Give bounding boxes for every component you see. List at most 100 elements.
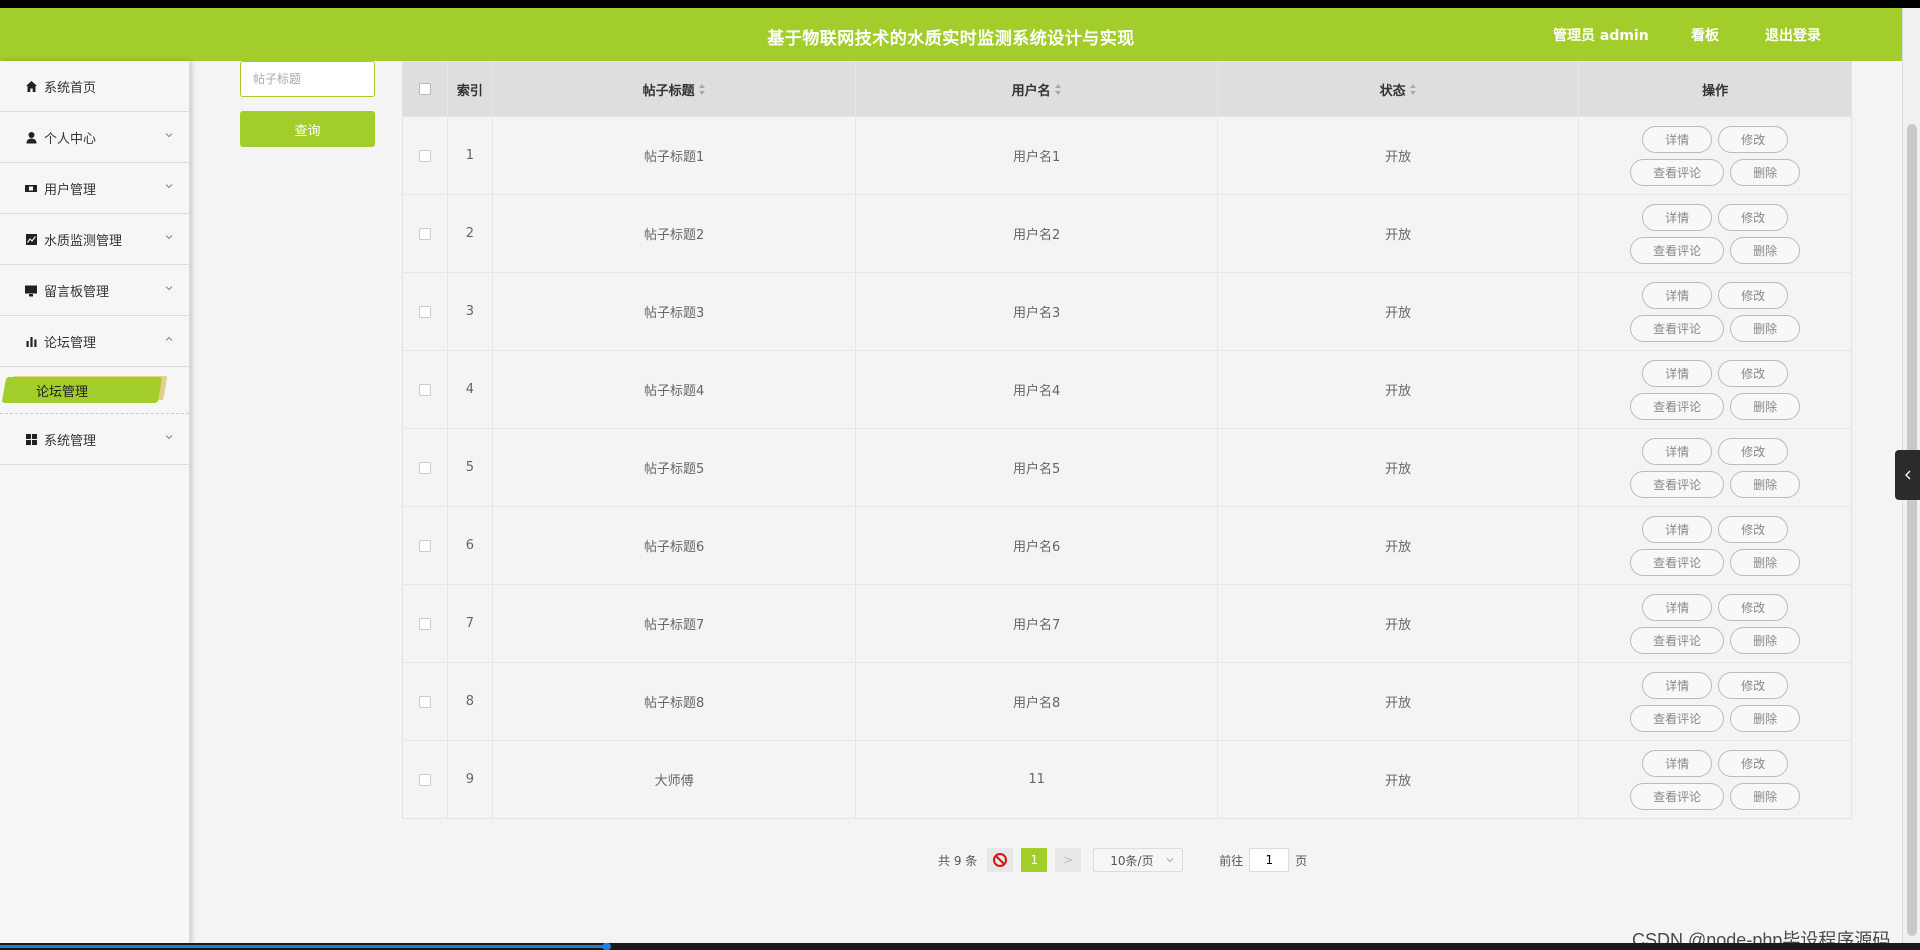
scrollbar-thumb[interactable] (1907, 124, 1917, 936)
delete-button[interactable]: 删除 (1730, 392, 1801, 420)
row-checkbox[interactable] (418, 461, 431, 474)
edit-button[interactable]: 修改 (1718, 593, 1789, 621)
page-size-select[interactable]: 10条/页 (1093, 848, 1184, 872)
detail-button[interactable]: 详情 (1642, 593, 1713, 621)
row-title: 帖子标题2 (493, 195, 857, 272)
sort-icon[interactable] (1409, 83, 1417, 95)
prev-page-button[interactable] (987, 848, 1014, 872)
board-link[interactable]: 看板 (1691, 25, 1719, 45)
detail-button[interactable]: 详情 (1642, 515, 1713, 543)
row-checkbox[interactable] (418, 305, 431, 318)
row-checkbox[interactable] (418, 617, 431, 630)
view-comments-button[interactable]: 查看评论 (1630, 626, 1725, 654)
row-checkbox[interactable] (418, 383, 431, 396)
edit-button[interactable]: 修改 (1718, 359, 1789, 387)
row-index: 7 (448, 585, 493, 662)
view-comments-button[interactable]: 查看评论 (1630, 236, 1725, 264)
page-size-value: 10条/页 (1110, 853, 1154, 868)
sidebar-item-forum[interactable]: 论坛管理 (0, 316, 189, 367)
detail-button[interactable]: 详情 (1642, 281, 1713, 309)
header-status[interactable]: 状态 (1218, 62, 1580, 116)
grid-icon (24, 432, 38, 446)
delete-button[interactable]: 删除 (1730, 782, 1801, 810)
goto-page-input[interactable] (1249, 848, 1290, 872)
select-all-checkbox[interactable] (418, 83, 431, 95)
view-comments-button[interactable]: 查看评论 (1630, 548, 1725, 576)
row-checkbox[interactable] (418, 773, 431, 786)
delete-button[interactable]: 删除 (1730, 626, 1801, 654)
row-index: 9 (448, 741, 493, 818)
row-actions: 详情 修改 查看评论 删除 (1579, 117, 1851, 194)
table-row: 1 帖子标题1 用户名1 开放 详情 修改 查看评论 删除 (403, 116, 1851, 194)
delete-button[interactable]: 删除 (1730, 314, 1801, 342)
edit-button[interactable]: 修改 (1718, 203, 1789, 231)
video-progress-bar[interactable] (0, 943, 1920, 950)
edit-button[interactable]: 修改 (1718, 515, 1789, 543)
detail-button[interactable]: 详情 (1642, 749, 1713, 777)
detail-button[interactable]: 详情 (1642, 437, 1713, 465)
edit-button[interactable]: 修改 (1718, 749, 1789, 777)
row-checkbox[interactable] (418, 149, 431, 162)
row-checkbox[interactable] (418, 539, 431, 552)
view-comments-button[interactable]: 查看评论 (1630, 470, 1725, 498)
delete-button[interactable]: 删除 (1730, 470, 1801, 498)
search-input[interactable] (240, 61, 375, 97)
edit-button[interactable]: 修改 (1718, 125, 1789, 153)
progress-knob[interactable] (602, 943, 611, 950)
sidebar-item-messages[interactable]: 留言板管理 (0, 265, 189, 316)
page-number-button[interactable]: 1 (1021, 848, 1048, 872)
view-comments-button[interactable]: 查看评论 (1630, 158, 1725, 186)
sort-icon[interactable] (1054, 83, 1062, 95)
view-comments-button[interactable]: 查看评论 (1630, 392, 1725, 420)
header-title[interactable]: 帖子标题 (493, 62, 857, 116)
detail-button[interactable]: 详情 (1642, 125, 1713, 153)
view-comments-button[interactable]: 查看评论 (1630, 704, 1725, 732)
delete-button[interactable]: 删除 (1730, 704, 1801, 732)
header-actions: 操作 (1702, 83, 1729, 99)
delete-button[interactable]: 删除 (1730, 548, 1801, 576)
edit-button[interactable]: 修改 (1718, 281, 1789, 309)
delete-button[interactable]: 删除 (1730, 158, 1801, 186)
query-button[interactable]: 查询 (240, 111, 375, 147)
view-comments-button[interactable]: 查看评论 (1630, 782, 1725, 810)
pagination: 共 9 条 1 > 10条/页 前往 页 (938, 848, 1307, 872)
detail-button[interactable]: 详情 (1642, 359, 1713, 387)
sidebar-item-personal[interactable]: 个人中心 (0, 112, 189, 163)
table-row: 9 大师傅 11 开放 详情 修改 查看评论 删除 (403, 740, 1851, 818)
detail-button[interactable]: 详情 (1642, 203, 1713, 231)
edit-button[interactable]: 修改 (1718, 437, 1789, 465)
row-actions: 详情 修改 查看评论 删除 (1579, 351, 1851, 428)
row-checkbox[interactable] (418, 695, 431, 708)
home-icon (24, 79, 38, 93)
table-row: 6 帖子标题6 用户名6 开放 详情 修改 查看评论 删除 (403, 506, 1851, 584)
row-status: 开放 (1218, 429, 1580, 506)
row-username: 用户名5 (856, 429, 1218, 506)
sidebar-item-home[interactable]: 系统首页 (0, 61, 189, 112)
sidebar-subitem-label: 论坛管理 (36, 385, 89, 400)
next-page-button[interactable]: > (1055, 848, 1082, 872)
delete-button[interactable]: 删除 (1730, 236, 1801, 264)
sidebar-item-water-monitoring[interactable]: 水质监测管理 (0, 214, 189, 265)
collapse-panel-button[interactable] (1895, 450, 1920, 500)
logout-link[interactable]: 退出登录 (1765, 25, 1821, 45)
sidebar-item-label: 个人中心 (44, 131, 97, 147)
row-title: 大师傅 (493, 741, 857, 818)
view-comments-button[interactable]: 查看评论 (1630, 314, 1725, 342)
edit-button[interactable]: 修改 (1718, 671, 1789, 699)
detail-button[interactable]: 详情 (1642, 671, 1713, 699)
row-actions: 详情 修改 查看评论 删除 (1579, 741, 1851, 818)
row-checkbox[interactable] (418, 227, 431, 240)
row-status: 开放 (1218, 585, 1580, 662)
header-username[interactable]: 用户名 (856, 62, 1218, 116)
sort-icon[interactable] (698, 83, 706, 95)
bar-chart-icon (24, 334, 38, 348)
row-title: 帖子标题8 (493, 663, 857, 740)
row-title: 帖子标题4 (493, 351, 857, 428)
sidebar-subitem-forum-manage[interactable]: 论坛管理 (0, 367, 189, 414)
sidebar-item-system[interactable]: 系统管理 (0, 414, 189, 465)
row-index: 3 (448, 273, 493, 350)
table-row: 5 帖子标题5 用户名5 开放 详情 修改 查看评论 删除 (403, 428, 1851, 506)
sidebar-item-users[interactable]: 用户管理 (0, 163, 189, 214)
row-title: 帖子标题1 (493, 117, 857, 194)
row-status: 开放 (1218, 741, 1580, 818)
